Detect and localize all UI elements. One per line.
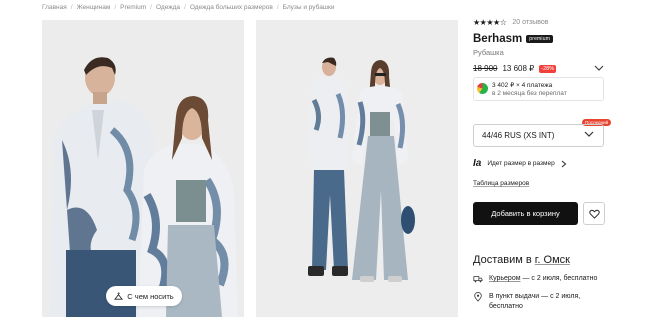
product-type: Рубашка [473, 48, 504, 57]
split-line-2: в 2 месяца без переплат [492, 90, 567, 97]
size-select[interactable]: 44/46 RUS (XS INT) [473, 124, 604, 147]
add-to-cart-button[interactable]: Добавить в корзину [473, 202, 578, 225]
chevron-down-icon [584, 131, 594, 137]
breadcrumb-women[interactable]: Женщинам [77, 4, 111, 11]
breadcrumb-clothes[interactable]: Одежда [156, 4, 180, 11]
chevron-down-icon[interactable] [594, 64, 604, 72]
reviews-count[interactable]: 20 отзывов [512, 19, 548, 26]
brand-name[interactable]: Berhasm [473, 33, 522, 45]
price-row: 18 900 13 608 ₽ -28% [473, 64, 603, 73]
size-select-value: 44/46 RUS (XS INT) [482, 131, 555, 140]
breadcrumb-blouses[interactable]: Блузы и рубашки [283, 4, 335, 11]
brand: Berhasm premium [473, 33, 554, 45]
chevron-right-icon [561, 160, 567, 167]
look-button[interactable]: С чем носить [106, 286, 182, 306]
breadcrumb-home[interactable]: Главная [42, 4, 67, 11]
breadcrumb: Главная / Женщинам / Premium / Одежда / Одеж… [42, 4, 335, 11]
premium-badge: premium [526, 35, 554, 43]
breadcrumb-sep: / [70, 4, 73, 11]
size-table-link[interactable]: Таблица размеров [473, 180, 529, 187]
product-photo-main[interactable] [42, 20, 244, 317]
breadcrumb-sep: / [150, 4, 152, 11]
old-price: 18 900 [473, 64, 498, 73]
product-panel: ★★★★☆ 20 отзывов Berhasm premium Рубашка… [473, 0, 656, 317]
delivery-pickup: В пункт выдачи — с 2 июля, бесплатно [473, 292, 580, 311]
breadcrumb-premium[interactable]: Premium [120, 4, 146, 11]
delivery-title: Доставим в г. Омск [473, 254, 570, 266]
discount-badge: -28% [539, 64, 557, 73]
delivery-courier-text: — с 2 июля, бесплатно [520, 275, 598, 282]
delivery-courier-label[interactable]: Курьером [489, 275, 521, 282]
product-photo-secondary-image [256, 20, 458, 317]
rating[interactable]: ★★★★☆ 20 отзывов [473, 18, 549, 27]
split-logo-icon [477, 83, 488, 94]
product-photo-main-image [42, 20, 244, 317]
look-icon [114, 291, 124, 300]
heart-icon [588, 209, 600, 219]
favorite-button[interactable] [583, 202, 605, 225]
delivery-pickup-line-1: В пункт выдачи — с 2 июля, [489, 293, 581, 300]
split-payment[interactable]: 3 402 ₽ × 4 платежа в 2 месяца без переп… [473, 77, 604, 101]
split-line-1: 3 402 ₽ × 4 платежа [492, 82, 553, 89]
product-photo-secondary[interactable] [256, 20, 458, 317]
pin-icon [474, 292, 482, 302]
delivery-pickup-line-2: бесплатно [489, 302, 523, 310]
fit-logo: Ia [473, 158, 482, 169]
look-button-label: С чем носить [127, 291, 174, 301]
delivery-city[interactable]: г. Омск [535, 254, 570, 266]
delivery-courier: Курьером — с 2 июля, бесплатно [473, 274, 597, 284]
truck-icon [473, 276, 483, 283]
breadcrumb-sep: / [276, 4, 279, 11]
breadcrumb-sep: / [184, 4, 186, 11]
breadcrumb-sep: / [114, 4, 117, 11]
fit-info[interactable]: Ia Идет размер в размер [473, 158, 567, 169]
new-price: 13 608 ₽ [502, 64, 535, 73]
breadcrumb-plus-size[interactable]: Одежда больших размеров [190, 4, 273, 11]
delivery-title-prefix: Доставим в [473, 254, 532, 266]
fit-text: Идет размер в размер [487, 160, 555, 167]
rating-stars: ★★★★☆ [473, 18, 507, 27]
